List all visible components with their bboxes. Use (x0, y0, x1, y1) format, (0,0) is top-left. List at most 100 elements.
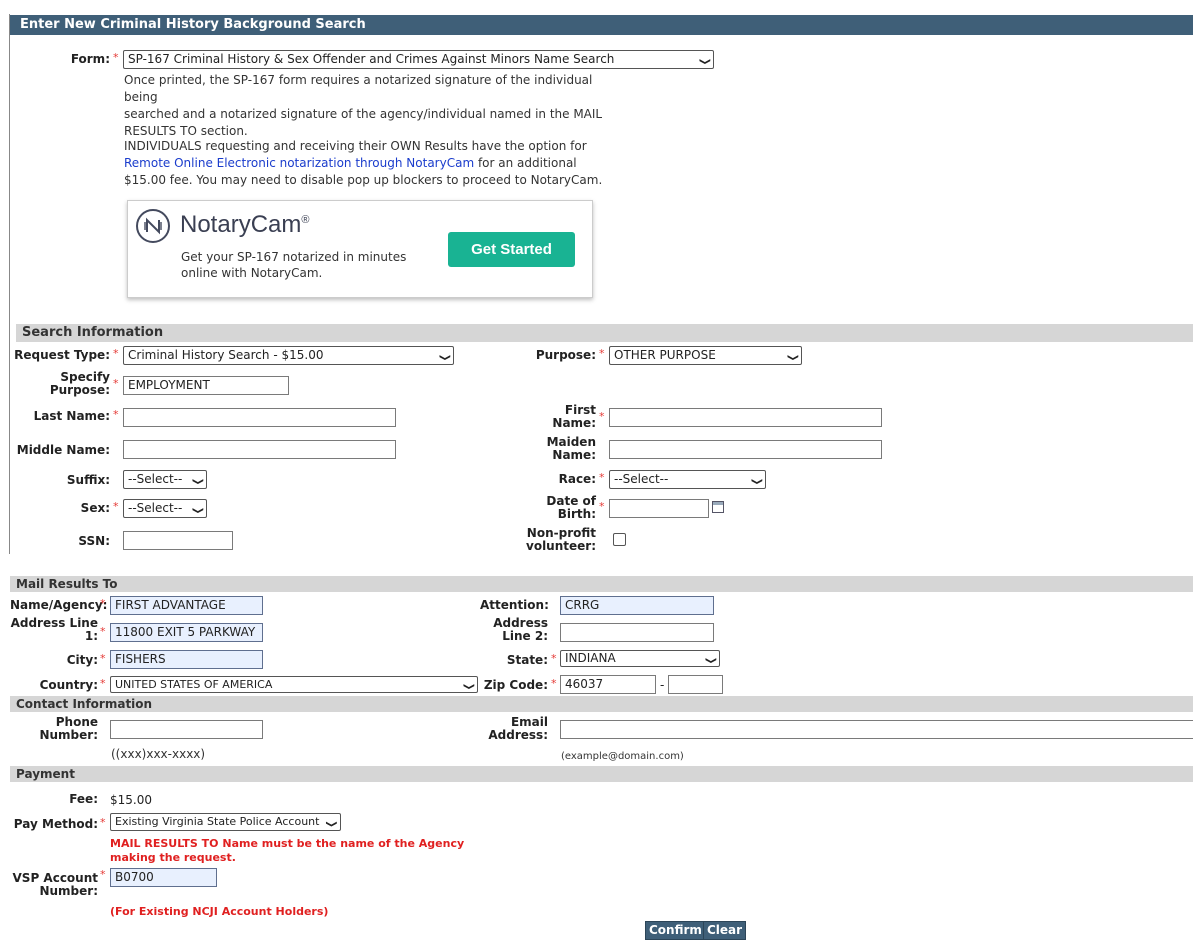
notarycam-tagline: Get your SP-167 notarized in minutes onl… (181, 250, 407, 280)
maiden-name-label: Maiden Name: (546, 435, 596, 462)
email-input[interactable] (560, 720, 1193, 739)
state-label: State: (506, 653, 548, 667)
zip-dash: - (660, 678, 665, 692)
country-select[interactable]: UNITED STATES OF AMERICA ❯ (110, 676, 478, 693)
required-marker: * (599, 410, 605, 423)
maiden-name-input[interactable] (609, 440, 882, 459)
ssn-label: SSN: (78, 534, 110, 548)
address-line1-label: Address Line 1: (10, 616, 98, 643)
chevron-down-icon: ❯ (698, 57, 711, 66)
last-name-label: Last Name: (33, 409, 110, 423)
agency-warning: MAIL RESULTS TO Name must be the name of… (110, 837, 465, 864)
vsp-account-input[interactable]: B0700 (110, 868, 217, 887)
section-contact-information: Contact Information (10, 696, 1193, 712)
address-line1-input[interactable]: 11800 EXIT 5 PARKWAY (110, 623, 263, 642)
name-agency-label: Name/Agency: (10, 598, 108, 612)
middle-name-input[interactable] (123, 440, 396, 459)
address-line2-input[interactable] (560, 623, 714, 642)
specify-purpose-label: Specify Purpose: (49, 370, 110, 397)
required-marker: * (100, 597, 106, 610)
required-marker: * (551, 652, 557, 665)
required-marker: * (599, 471, 605, 484)
page-title-bar: Enter New Criminal History Background Se… (10, 15, 1193, 35)
page-title: Enter New Criminal History Background Se… (20, 17, 366, 32)
email-label: Email Address: (488, 715, 548, 742)
suffix-select[interactable]: --Select-- ❯ (123, 470, 207, 489)
clear-button[interactable]: Clear (703, 921, 747, 940)
nonprofit-checkbox[interactable] (613, 533, 626, 546)
attention-input[interactable]: CRRG (560, 596, 714, 615)
required-marker: * (113, 347, 119, 360)
page-left-border (9, 14, 10, 554)
notarycam-link[interactable]: Remote Online Electronic notarization th… (124, 156, 474, 170)
required-marker: * (113, 500, 119, 513)
account-holder-note: (For Existing NCJI Account Holders) (110, 905, 329, 918)
state-select[interactable]: INDIANA ❯ (560, 650, 720, 667)
ssn-input[interactable] (123, 531, 233, 550)
form-label: Form: (70, 52, 110, 66)
request-type-label: Request Type: (14, 348, 110, 362)
purpose-select[interactable]: OTHER PURPOSE ❯ (609, 346, 802, 365)
required-marker: * (599, 347, 605, 360)
sex-label: Sex: (80, 501, 110, 515)
dob-label: Date of Birth: (546, 494, 596, 521)
phone-hint: ((xxx)xxx-xxxx) (111, 747, 206, 761)
pay-method-label: Pay Method: (13, 817, 98, 831)
chevron-down-icon: ❯ (191, 506, 204, 515)
section-search-information: Search Information (16, 324, 1193, 342)
attention-label: Attention: (480, 598, 549, 612)
required-marker: * (100, 677, 106, 690)
confirm-button[interactable]: Confirm (645, 921, 706, 940)
request-type-select[interactable]: Criminal History Search - $15.00 ❯ (123, 346, 454, 365)
chevron-down-icon: ❯ (786, 353, 799, 362)
notarycam-logo-icon (136, 209, 170, 243)
required-marker: * (113, 377, 119, 390)
chevron-down-icon: ❯ (438, 353, 451, 362)
race-label: Race: (558, 472, 596, 486)
notarycam-banner[interactable]: NotaryCam® Get your SP-167 notarized in … (127, 200, 593, 298)
city-input[interactable]: FISHERS (110, 650, 263, 669)
vsp-account-label: VSP Account Number: (12, 871, 98, 898)
first-name-label: First Name: (552, 403, 596, 430)
required-marker: * (100, 652, 106, 665)
zip-label: Zip Code: (483, 678, 548, 692)
chevron-down-icon: ❯ (750, 477, 763, 486)
required-marker: * (100, 625, 106, 638)
first-name-input[interactable] (609, 408, 882, 427)
middle-name-label: Middle Name: (16, 443, 110, 457)
pay-method-select[interactable]: Existing Virginia State Police Account ❯ (110, 813, 341, 831)
calendar-icon[interactable] (712, 501, 724, 513)
dob-input[interactable] (609, 499, 709, 518)
section-payment: Payment (10, 766, 1193, 782)
required-marker: * (599, 500, 605, 513)
zip-input[interactable]: 46037 (560, 675, 656, 694)
last-name-input[interactable] (123, 408, 396, 427)
country-label: Country: (39, 678, 98, 692)
form-note: Once printed, the SP-167 form requires a… (124, 73, 603, 138)
chevron-down-icon: ❯ (462, 682, 475, 691)
zip-ext-input[interactable] (668, 675, 723, 694)
required-marker: * (113, 51, 119, 64)
get-started-button[interactable]: Get Started (448, 232, 575, 267)
fee-value: $15.00 (110, 793, 152, 807)
address-line2-label: Address Line 2: (493, 616, 548, 643)
race-select[interactable]: --Select-- ❯ (609, 470, 766, 489)
phone-label: Phone Number: (39, 715, 98, 742)
name-agency-input[interactable]: FIRST ADVANTAGE (110, 596, 263, 615)
fee-label: Fee: (69, 792, 98, 806)
nonprofit-label: Non-profit volunteer: (526, 526, 596, 553)
required-marker: * (100, 816, 106, 829)
chevron-down-icon: ❯ (191, 477, 204, 486)
sex-select[interactable]: --Select-- ❯ (123, 499, 207, 518)
notarycam-brand: NotaryCam® (180, 211, 310, 238)
purpose-label: Purpose: (535, 348, 596, 362)
required-marker: * (100, 868, 106, 881)
section-mail-results: Mail Results To (10, 576, 1193, 592)
required-marker: * (551, 677, 557, 690)
chevron-down-icon: ❯ (704, 656, 717, 665)
form-select[interactable]: SP-167 Criminal History & Sex Offender a… (123, 50, 714, 69)
suffix-label: Suffix: (66, 473, 110, 487)
phone-input[interactable] (110, 720, 263, 739)
email-hint: (example@domain.com) (561, 751, 684, 762)
specify-purpose-input[interactable]: EMPLOYMENT (123, 376, 289, 395)
